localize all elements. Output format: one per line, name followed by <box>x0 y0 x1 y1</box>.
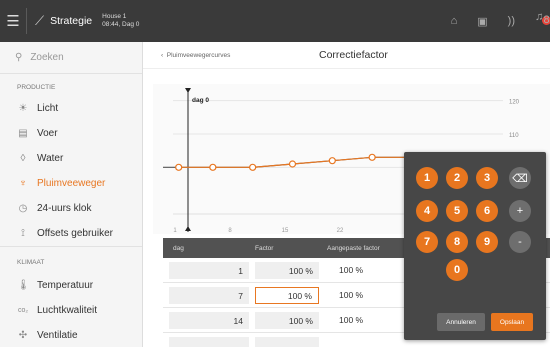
save-icon[interactable]: ▣ <box>477 15 487 28</box>
key-2[interactable]: 2 <box>446 167 468 189</box>
sidebar-item-24h-clock[interactable]: ◷ 24-uurs klok <box>0 196 142 221</box>
notification-badge: 8 <box>542 14 550 26</box>
sidebar-item-label: Temperatuur <box>37 280 94 291</box>
day-cell <box>169 337 249 347</box>
numeric-keypad: 1 2 3 ⌫ 4 5 6 + 7 8 9 - 0 Annuleren Opsl… <box>404 152 546 340</box>
hamburger-menu-icon[interactable]: ☰ <box>0 0 26 42</box>
y-tick-label: 110 <box>509 133 519 139</box>
key-8[interactable]: 8 <box>446 231 468 253</box>
light-icon: ☀ <box>18 103 28 114</box>
factor-input[interactable] <box>255 337 319 347</box>
house-name: House 1 <box>102 13 127 20</box>
house-time-day: 08:44, Dag 0 <box>102 21 140 28</box>
back-link[interactable]: ‹ Pluimveewegercurves <box>143 52 230 59</box>
sidebar-item-temperature[interactable]: 🌡 Temperatuur <box>0 273 142 298</box>
marker-arrow-bottom <box>185 226 191 231</box>
house-info: House 1 08:44, Dag 0 <box>102 13 139 29</box>
backspace-button[interactable]: ⌫ <box>509 167 531 189</box>
sidebar-item-label: Pluimveeweger <box>37 178 106 189</box>
back-link-label: Pluimveewegercurves <box>166 51 231 59</box>
cancel-button[interactable]: Annuleren <box>437 313 485 331</box>
home-icon[interactable]: ⌂ <box>451 15 458 27</box>
sidebar-item-light[interactable]: ☀ Licht <box>0 96 142 121</box>
sidebar-item-poultry-scale[interactable]: ♆ Pluimveeweger <box>0 171 142 196</box>
key-9[interactable]: 9 <box>476 231 498 253</box>
water-icon: ◊ <box>20 153 26 164</box>
data-point <box>328 157 336 165</box>
section-title-production: PRODUCTIE <box>17 84 56 91</box>
x-tick-label: 1 <box>173 228 177 234</box>
column-header-adjusted-factor: Aangepaste factor <box>327 244 380 252</box>
key-5[interactable]: 5 <box>446 200 468 222</box>
key-4[interactable]: 4 <box>416 200 438 222</box>
sidebar-item-label: Luchtkwaliteit <box>37 305 98 316</box>
key-6[interactable]: 6 <box>476 200 498 222</box>
sidebar-item-label: Water <box>37 153 64 164</box>
sidebar-item-user-offsets[interactable]: ⟟ Offsets gebruiker <box>0 221 142 246</box>
page-header: ‹ Pluimveewegercurves Correctiefactor <box>143 42 550 69</box>
co2-icon: co₂ <box>17 307 29 314</box>
search-icon: ⚲ <box>15 52 23 63</box>
save-button[interactable]: Opslaan <box>491 313 533 331</box>
search-input[interactable]: ⚲ Zoeken <box>0 42 142 74</box>
sidebar-item-ventilation[interactable]: ✣ Ventilatie <box>0 323 142 348</box>
data-point <box>175 163 183 171</box>
strategy-graph-icon: ⟋ <box>35 13 45 28</box>
sidebar-item-water[interactable]: ◊ Water <box>0 146 142 171</box>
factor-input-active[interactable]: 100 % <box>255 287 319 304</box>
plus-button[interactable]: + <box>509 200 531 222</box>
key-1[interactable]: 1 <box>416 167 438 189</box>
ventilation-icon: ✣ <box>18 330 28 341</box>
day-cell: 1 <box>169 262 249 279</box>
sidebar-item-label: Offsets gebruiker <box>37 228 113 239</box>
poultry-scale-icon: ♆ <box>19 178 27 189</box>
adjusted-factor-value: 100 % <box>339 265 364 275</box>
strategy-label: Strategie <box>50 15 93 27</box>
page-title: Correctiefactor <box>319 49 388 61</box>
feed-icon: ▤ <box>18 128 28 139</box>
sidebar-item-label: Licht <box>37 103 59 114</box>
sidebar-item-air-quality[interactable]: co₂ Luchtkwaliteit <box>0 298 142 323</box>
key-0[interactable]: 0 <box>446 259 468 281</box>
strategy-button[interactable]: ⟋ Strategie <box>27 13 92 29</box>
data-point <box>288 160 297 168</box>
sidebar-item-label: Ventilatie <box>37 330 78 341</box>
clock-icon: ◷ <box>18 203 28 214</box>
sidebar-item-feed[interactable]: ▤ Voer <box>0 121 142 146</box>
data-point <box>249 163 257 171</box>
adjusted-factor-value: 100 % <box>339 315 364 325</box>
key-7[interactable]: 7 <box>416 231 438 253</box>
data-point <box>209 163 217 171</box>
adjusted-factor-value: 100 % <box>339 290 364 300</box>
day-cell: 7 <box>169 287 249 304</box>
column-header-day: dag <box>173 244 184 252</box>
top-bar: ☰ ⟋ Strategie House 1 08:44, Dag 0 ⌂ ▣ )… <box>0 0 550 42</box>
y-tick-label: 120 <box>509 100 520 106</box>
factor-input[interactable]: 100 % <box>255 312 319 329</box>
x-tick-label: 8 <box>228 228 232 234</box>
factor-input[interactable]: 100 % <box>255 262 319 279</box>
day-cell: 14 <box>169 312 249 329</box>
marker-arrow-top <box>185 88 191 93</box>
current-day-label: dag 0 <box>192 97 209 104</box>
topbar-icons: ⌂ ▣ )) ♫ 8 <box>451 0 550 42</box>
key-3[interactable]: 3 <box>476 167 498 189</box>
backspace-icon: ⌫ <box>512 172 528 185</box>
sidebar-item-label: Voer <box>37 128 58 139</box>
sidebar: ⚲ Zoeken PRODUCTIE ☀ Licht ▤ Voer ◊ Water ♆… <box>0 42 143 347</box>
section-title-climate: KLIMAAT <box>17 259 45 266</box>
sidebar-item-label: 24-uurs klok <box>37 203 92 214</box>
search-placeholder: Zoeken <box>30 52 64 63</box>
alarm-bell-icon[interactable]: ♫ 8 <box>535 11 550 32</box>
data-point <box>368 153 376 161</box>
x-tick-label: 22 <box>337 228 344 234</box>
signal-icon[interactable]: )) <box>508 15 515 27</box>
minus-button[interactable]: - <box>509 231 531 253</box>
column-header-factor: Factor <box>255 244 274 252</box>
thermometer-icon: 🌡 <box>17 280 30 291</box>
x-tick-label: 15 <box>282 228 289 234</box>
offset-icon: ⟟ <box>21 228 25 239</box>
